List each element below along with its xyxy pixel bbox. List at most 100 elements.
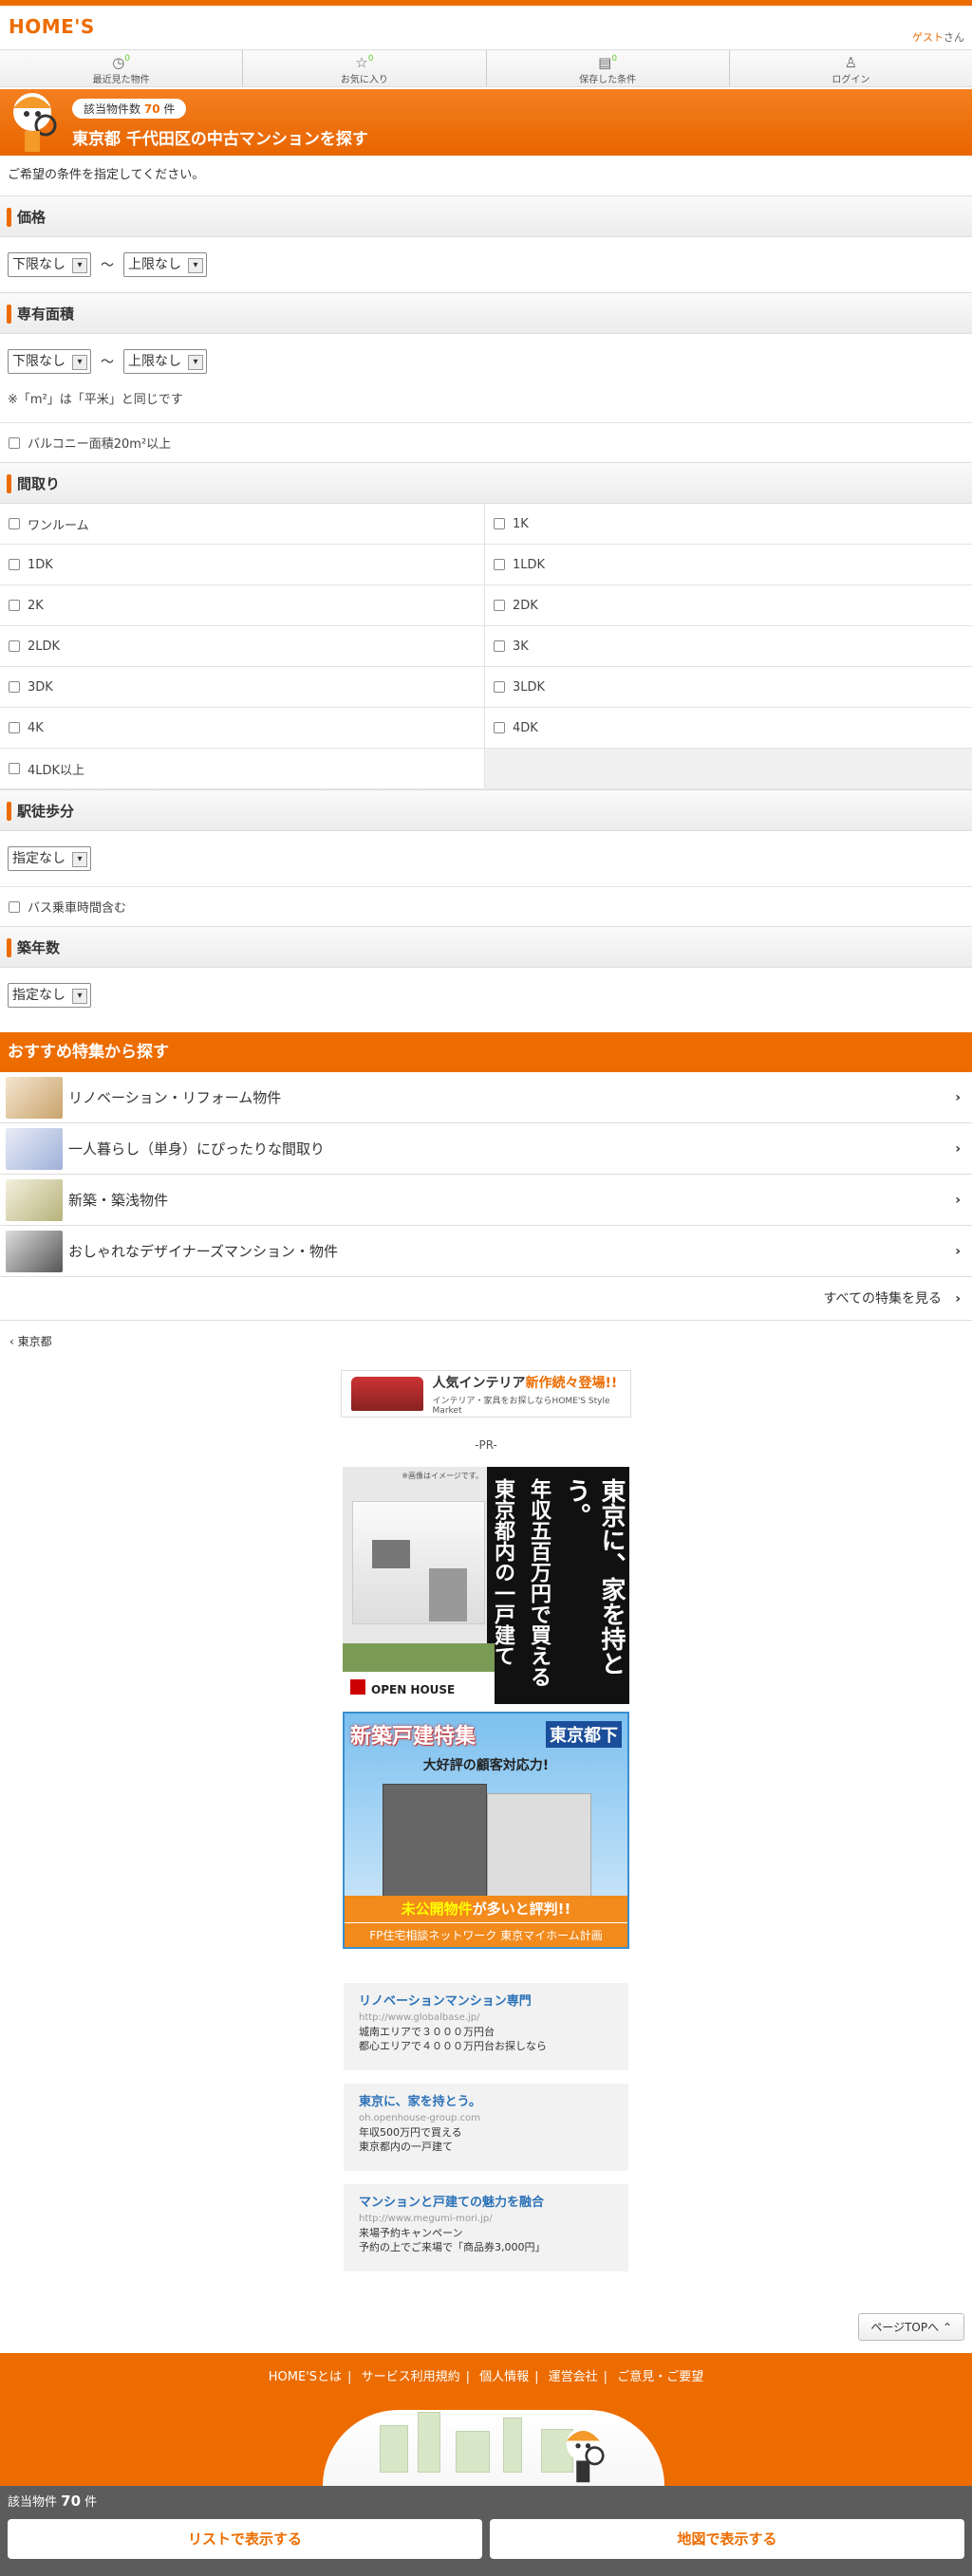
footer-link-about[interactable]: HOME'Sとは [269,2370,342,2384]
layout-checkbox[interactable] [494,722,505,733]
guest-link[interactable]: ゲスト [912,31,944,44]
bus-checkbox[interactable] [9,900,20,913]
building-image [383,1784,487,1898]
layout-checkbox[interactable] [9,600,20,611]
area-min-select[interactable]: 下限なし [8,349,91,374]
layout-checkbox[interactable] [494,518,505,529]
layout-option[interactable]: 4LDK以上 [0,749,485,789]
page-top-button[interactable]: ページTOPへ ⌃ [858,2313,964,2341]
document-icon: ▤ [598,54,612,71]
feature-thumbnail [6,1127,63,1170]
layout-option[interactable]: 1K [485,504,972,545]
balcony-option[interactable]: バルコニー面積20m²以上 [0,422,972,462]
layout-option[interactable]: 1DK [0,545,485,585]
layout-label: 3K [513,639,529,654]
feature-label: リノベーション・リフォーム物件 [68,1089,282,1106]
chevron-right-icon: › [955,1089,961,1105]
layout-checkbox[interactable] [494,559,505,570]
footer-link-privacy[interactable]: 個人情報 [479,2370,529,2384]
nav-login[interactable]: ♙ ログイン [730,50,972,86]
footer-separator: | [347,2370,352,2384]
area-max-select[interactable]: 上限なし [123,349,207,374]
walk-select[interactable]: 指定なし [8,846,91,871]
layout-option[interactable]: 3DK [0,667,485,708]
text-ad-desc: 予約の上でご来場で「商品券3,000円」 [359,2241,546,2253]
hit-count-suffix: 件 [163,102,176,116]
price-min-select[interactable]: 下限なし [8,252,91,277]
layout-checkbox[interactable] [494,640,505,652]
text-ad-url: http://www.globalbase.jp/ [359,2012,480,2023]
layout-checkbox[interactable] [9,681,20,693]
layout-option[interactable]: 2LDK [0,626,485,667]
ad2-caption-highlight: 未公開物件 [401,1900,473,1918]
feature-item-single[interactable]: 一人暮らし（単身）にぴったりな間取り › [0,1123,972,1175]
layout-checkbox[interactable] [9,640,20,652]
page-top-label: ページTOPへ [870,2321,940,2334]
footer-link-company[interactable]: 運営会社 [549,2370,598,2384]
chevron-left-icon: ‹ [9,1335,14,1348]
text-ad-title[interactable]: リノベーションマンション専門 [359,1991,613,2009]
footer-link-terms[interactable]: サービス利用規約 [362,2370,460,2384]
nav-label: 保存した条件 [579,75,637,85]
feature-item-new[interactable]: 新築・築浅物件 › [0,1175,972,1226]
walk-selectors: 指定なし [0,831,972,886]
text-ad-title[interactable]: マンションと戸建ての魅力を融合 [359,2192,613,2210]
layout-empty-cell [485,749,972,789]
layout-option[interactable]: 1LDK [485,545,972,585]
footer-link-feedback[interactable]: ご意見・ご要望 [617,2370,703,2384]
feature-item-renovation[interactable]: リノベーション・リフォーム物件 › [0,1072,972,1123]
text-ad-title[interactable]: 東京に、家を持とう。 [359,2091,613,2109]
nav-recently-viewed[interactable]: ◷0 最近見た物件 [0,50,244,86]
bottom-hit-count: 該当物件 70 件 [8,2492,964,2510]
layout-checkbox[interactable] [9,763,20,774]
guest-suffix: さん [944,31,964,44]
balcony-checkbox[interactable] [9,436,20,449]
layout-checkbox[interactable] [494,600,505,611]
layout-option[interactable]: 3LDK [485,667,972,708]
layout-checkbox[interactable] [9,559,20,570]
ad2-footer: FP住宅相談ネットワーク 東京マイホーム計画 [345,1922,627,1947]
interior-banner[interactable]: 人気インテリア新作続々登場!! インテリア・家具をお探しならHOME'S Sty… [341,1370,631,1418]
layout-option[interactable]: 3K [485,626,972,667]
layout-label: 2LDK [28,639,61,654]
bus-option[interactable]: バス乗車時間含む [0,886,972,926]
nav-favorites[interactable]: ☆0 お気に入り [243,50,487,86]
chevron-right-icon: › [955,1243,961,1259]
footer-separator: | [603,2370,608,2384]
mascot-icon [566,2427,605,2483]
text-ad[interactable]: マンションと戸建ての魅力を融合 http://www.megumi-mori.j… [344,2184,628,2271]
footer-links: HOME'Sとは | サービス利用規約 | 個人情報 | 運営会社 | ご意見・ご要望 [0,2353,972,2384]
text-ad[interactable]: リノベーションマンション専門 http://www.globalbase.jp/… [344,1983,628,2070]
grass-image [343,1643,495,1672]
list-view-button[interactable]: リストで表示する [8,2519,482,2559]
homes-logo[interactable]: HOME'S [9,15,95,38]
layout-option[interactable]: 4DK [485,708,972,749]
layout-option[interactable]: ワンルーム [0,504,485,545]
price-max-select[interactable]: 上限なし [123,252,207,277]
layout-option[interactable]: 2K [0,585,485,626]
map-view-button[interactable]: 地図で表示する [490,2519,964,2559]
layout-label: 1DK [28,557,53,572]
bottom-count-suffix: 件 [84,2495,98,2510]
chevron-right-icon: › [955,1140,961,1157]
layout-checkbox[interactable] [9,722,20,733]
text-ad-url: http://www.megumi-mori.jp/ [359,2214,493,2224]
layout-option[interactable]: 4K [0,708,485,749]
sofa-image [351,1377,423,1411]
nav-saved-conditions[interactable]: ▤0 保存した条件 [487,50,730,86]
text-ad[interactable]: 東京に、家を持とう。 oh.openhouse-group.com 年収500万… [344,2084,628,2171]
new-house-ad[interactable]: 新築戸建特集 東京都下 大好評の顧客対応力! 未公開物件が多いと評判!! FP住… [343,1712,629,1949]
hit-count-number: 70 [143,102,160,116]
layout-checkbox[interactable] [9,518,20,529]
layout-option[interactable]: 2DK [485,585,972,626]
feature-item-designers[interactable]: おしゃれなデザイナーズマンション・物件 › [0,1226,972,1277]
footer-separator: | [465,2370,470,2384]
site-footer: HOME'Sとは | サービス利用規約 | 個人情報 | 運営会社 | ご意見・ご要望 [0,2353,972,2486]
layout-checkbox[interactable] [494,681,505,693]
openhouse-ad[interactable]: ※画像はイメージです。 OPEN HOUSE 東京に、家を持とう。 年収五百万円… [343,1467,629,1704]
back-link[interactable]: ‹ 東京都 [0,1321,972,1362]
bottom-fixed-bar: 該当物件 70 件 リストで表示する 地図で表示する [0,2486,972,2576]
all-features-link[interactable]: すべての特集を見る › [0,1277,972,1321]
layout-options: ワンルーム 1K 1DK 1LDK 2K 2DK 2LDK 3K 3DK 3LD… [0,504,972,789]
age-select[interactable]: 指定なし [8,983,91,1008]
